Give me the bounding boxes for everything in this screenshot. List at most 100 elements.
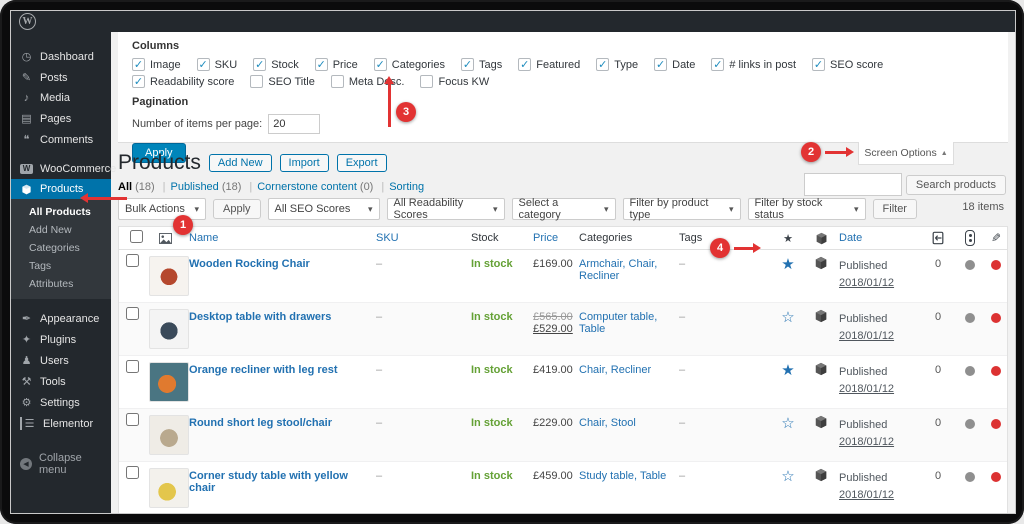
checkbox[interactable] bbox=[197, 58, 210, 71]
readability-scores-select[interactable]: All Readability Scores bbox=[387, 198, 505, 220]
header-name[interactable]: Name bbox=[185, 232, 372, 244]
sidebar-item-pages[interactable]: ▤Pages bbox=[11, 108, 111, 129]
row-checkbox[interactable] bbox=[126, 254, 139, 267]
row-checkbox[interactable] bbox=[126, 466, 139, 479]
submenu-categories[interactable]: Categories bbox=[11, 239, 111, 257]
add-new-button[interactable]: Add New bbox=[209, 154, 272, 172]
featured-star-toggle[interactable]: ☆ bbox=[769, 462, 807, 491]
submenu-all-products[interactable]: All Products bbox=[11, 203, 111, 221]
row-checkbox[interactable] bbox=[126, 307, 139, 320]
header-featured-star-icon[interactable]: ★ bbox=[769, 232, 807, 245]
checkbox[interactable] bbox=[596, 58, 609, 71]
view-link[interactable]: Published bbox=[170, 181, 218, 193]
seo-scores-select[interactable]: All SEO Scores bbox=[268, 198, 380, 220]
checkbox[interactable] bbox=[654, 58, 667, 71]
date-link[interactable]: 2018/01/12 bbox=[839, 328, 915, 345]
category-select[interactable]: Select a category bbox=[512, 198, 616, 220]
view-link[interactable]: Cornerstone content bbox=[257, 181, 357, 193]
column-toggle-categories[interactable]: Categories bbox=[374, 58, 445, 71]
sidebar-item-woocommerce[interactable]: WWooCommerce bbox=[11, 159, 111, 179]
sidebar-item-users[interactable]: ♟Users bbox=[11, 350, 111, 371]
header-price[interactable]: Price bbox=[529, 232, 575, 244]
submenu-tags[interactable]: Tags bbox=[11, 257, 111, 275]
categories-links[interactable]: Chair, Stool bbox=[575, 409, 675, 435]
sidebar-item-comments[interactable]: ❝Comments bbox=[11, 129, 111, 150]
categories-links[interactable]: Chair, Recliner bbox=[575, 356, 675, 382]
featured-star-toggle[interactable]: ★ bbox=[769, 356, 807, 385]
date-link[interactable]: 2018/01/12 bbox=[839, 381, 915, 398]
date-link[interactable]: 2018/01/12 bbox=[839, 487, 915, 504]
product-thumbnail[interactable] bbox=[149, 468, 189, 508]
search-input[interactable] bbox=[804, 173, 902, 196]
featured-star-toggle[interactable]: ★ bbox=[769, 250, 807, 279]
checkbox[interactable] bbox=[132, 58, 145, 71]
column-toggle-focus-kw[interactable]: Focus KW bbox=[420, 75, 489, 88]
search-products-button[interactable]: Search products bbox=[906, 175, 1006, 195]
sidebar-item-elementor[interactable]: ☰Elementor bbox=[11, 413, 111, 434]
column-toggle-price[interactable]: Price bbox=[315, 58, 358, 71]
checkbox[interactable] bbox=[253, 58, 266, 71]
sidebar-item-products[interactable]: Products bbox=[11, 179, 111, 199]
sidebar-item-settings[interactable]: ⚙Settings bbox=[11, 392, 111, 413]
checkbox[interactable] bbox=[420, 75, 433, 88]
column-toggle-seo-score[interactable]: SEO score bbox=[812, 58, 883, 71]
header-sku[interactable]: SKU bbox=[372, 232, 467, 244]
checkbox[interactable] bbox=[812, 58, 825, 71]
product-name-link[interactable]: Corner study table with yellow chair bbox=[185, 462, 372, 500]
sidebar-item-dashboard[interactable]: ◷Dashboard bbox=[11, 46, 111, 67]
submenu-add-new[interactable]: Add New bbox=[11, 221, 111, 239]
view-link[interactable]: All bbox=[118, 181, 132, 193]
product-type-select[interactable]: Filter by product type bbox=[623, 198, 741, 220]
screen-options-tab[interactable]: Screen Options ▲ bbox=[858, 142, 954, 165]
checkbox[interactable] bbox=[250, 75, 263, 88]
checkbox[interactable] bbox=[461, 58, 474, 71]
sidebar-collapse-menu[interactable]: ◀Collapse menu bbox=[11, 448, 111, 480]
categories-links[interactable]: Study table, Table bbox=[575, 462, 675, 488]
product-thumbnail[interactable] bbox=[149, 415, 189, 455]
featured-star-toggle[interactable]: ☆ bbox=[769, 303, 807, 332]
checkbox[interactable] bbox=[518, 58, 531, 71]
column-toggle-image[interactable]: Image bbox=[132, 58, 181, 71]
view-link[interactable]: Sorting bbox=[389, 181, 424, 193]
checkbox[interactable] bbox=[331, 75, 344, 88]
items-per-page-input[interactable] bbox=[268, 114, 320, 134]
checkbox[interactable] bbox=[374, 58, 387, 71]
column-toggle-date[interactable]: Date bbox=[654, 58, 695, 71]
filter-button[interactable]: Filter bbox=[873, 199, 917, 219]
column-toggle-readability-score[interactable]: Readability score bbox=[132, 75, 234, 88]
date-link[interactable]: 2018/01/12 bbox=[839, 434, 915, 451]
date-link[interactable]: 2018/01/12 bbox=[839, 275, 915, 292]
select-all-checkbox[interactable] bbox=[130, 230, 143, 243]
column-toggle-featured[interactable]: Featured bbox=[518, 58, 580, 71]
submenu-attributes[interactable]: Attributes bbox=[11, 275, 111, 293]
product-thumbnail[interactable] bbox=[149, 362, 189, 402]
product-name-link[interactable]: Desktop table with drawers bbox=[185, 303, 372, 329]
checkbox[interactable] bbox=[315, 58, 328, 71]
product-name-link[interactable]: Round short leg stool/chair bbox=[185, 409, 372, 435]
bulk-apply-button[interactable]: Apply bbox=[213, 199, 261, 219]
sidebar-item-appearance[interactable]: ✒Appearance bbox=[11, 308, 111, 329]
sidebar-item-media[interactable]: ♪Media bbox=[11, 88, 111, 108]
view-cornerstone[interactable]: Cornerstone content(0) bbox=[257, 181, 384, 193]
product-thumbnail[interactable] bbox=[149, 309, 189, 349]
column-toggle-stock[interactable]: Stock bbox=[253, 58, 299, 71]
column-toggle-seo-title[interactable]: SEO Title bbox=[250, 75, 314, 88]
sidebar-item-plugins[interactable]: ✦Plugins bbox=[11, 329, 111, 350]
column-toggle-type[interactable]: Type bbox=[596, 58, 638, 71]
export-button[interactable]: Export bbox=[337, 154, 387, 172]
view-all[interactable]: All(18) bbox=[118, 181, 165, 193]
bulk-actions-select[interactable]: Bulk Actions bbox=[118, 198, 206, 220]
categories-links[interactable]: Computer table, Table bbox=[575, 303, 675, 341]
column-toggle-sku[interactable]: SKU bbox=[197, 58, 238, 71]
checkbox[interactable] bbox=[132, 75, 145, 88]
featured-star-toggle[interactable]: ☆ bbox=[769, 409, 807, 438]
view-published[interactable]: Published(18) bbox=[170, 181, 252, 193]
product-thumbnail[interactable] bbox=[149, 256, 189, 296]
column-toggle-tags[interactable]: Tags bbox=[461, 58, 502, 71]
product-name-link[interactable]: Orange recliner with leg rest bbox=[185, 356, 372, 382]
view-sorting[interactable]: Sorting bbox=[389, 181, 424, 193]
row-checkbox[interactable] bbox=[126, 413, 139, 426]
checkbox[interactable] bbox=[711, 58, 724, 71]
product-name-link[interactable]: Wooden Rocking Chair bbox=[185, 250, 372, 276]
wordpress-logo-icon[interactable]: W bbox=[19, 13, 36, 30]
